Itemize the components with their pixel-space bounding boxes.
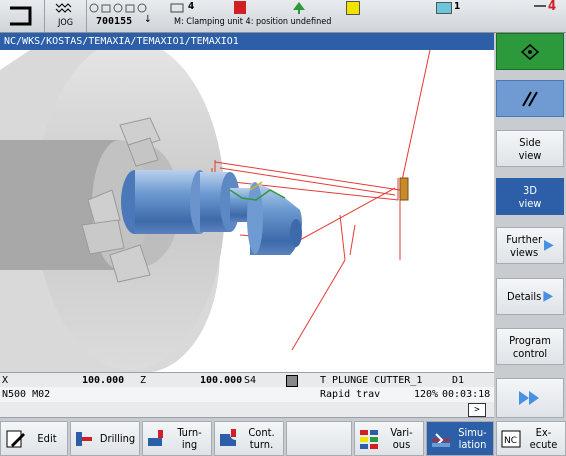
position-row: X 100.000 Z 100.000 S4 T PLUNGE CUTTER_1… xyxy=(0,372,494,388)
softkey-side-view[interactable]: Side view xyxy=(496,130,564,167)
various-icon xyxy=(360,429,378,449)
chevron-right-icon: ▶ xyxy=(543,288,553,304)
double-slash-icon xyxy=(522,91,538,106)
simulation-icon xyxy=(432,432,450,447)
block-row: N500 M02 Rapid trav 120% 00:03:18 xyxy=(0,387,494,402)
softkey-right-1[interactable] xyxy=(496,33,564,70)
softkey-further-views-label: Further views xyxy=(506,232,543,259)
diamond-icon xyxy=(520,43,540,60)
softkey-edit[interactable]: Edit xyxy=(0,421,68,456)
softkey-execute-label: Ex- ecute xyxy=(529,425,558,451)
override-value: 120% xyxy=(414,389,439,400)
back-button[interactable] xyxy=(0,0,45,32)
svg-text:NC: NC xyxy=(504,436,517,446)
channel-number: 1 xyxy=(454,1,461,12)
softkey-execute[interactable]: NC Ex- ecute xyxy=(496,421,566,456)
softkey-side-view-label: Side view xyxy=(518,135,542,162)
softkey-empty[interactable] xyxy=(286,421,352,456)
machine-status-icons xyxy=(89,3,147,13)
nc-execute-icon: NC xyxy=(501,430,521,447)
program-path: NC/WKS/KOSTAS/TEMAXIA/TEMAXIO1/TEMAXIO1 xyxy=(0,33,494,50)
feed-mode: Rapid trav xyxy=(320,389,381,400)
jog-icon xyxy=(55,3,72,13)
spindle-label: S4 xyxy=(244,375,257,386)
softkey-program-control-label: Program control xyxy=(509,333,551,360)
yellow-status-icon xyxy=(346,1,360,15)
alarm-count: 4 xyxy=(548,0,557,14)
more-button[interactable]: > xyxy=(468,403,486,417)
tool-icon xyxy=(170,3,184,13)
program-cell: 700155 ↓ xyxy=(86,0,166,32)
softkey-turning[interactable]: Turn- ing xyxy=(142,421,212,456)
softkey-simulation-label: Simu- lation xyxy=(458,425,487,451)
softkey-contour-turning[interactable]: Cont. turn. xyxy=(214,421,284,456)
drilling-icon xyxy=(76,431,92,446)
softkey-details[interactable]: Details ▶ xyxy=(496,278,564,315)
softkey-3d-view[interactable]: 3D view xyxy=(496,178,564,215)
status-bar: JOG 700155 ↓ 4 1 M: Clamping unit 4: pos… xyxy=(0,0,566,33)
x-value: 100.000 xyxy=(82,375,125,386)
softkey-further-views[interactable]: Further views ▶ xyxy=(496,227,564,264)
softkey-various-label: Vari- ous xyxy=(390,425,413,451)
spindle-stop-icon xyxy=(286,375,298,387)
alarm-count-cell: 4 xyxy=(528,0,566,16)
cutting-edge: D1 xyxy=(452,375,465,386)
plunge-cutter-tool xyxy=(399,177,409,201)
more-row: > xyxy=(0,402,494,418)
softkey-program-control[interactable]: Program control xyxy=(496,328,564,365)
z-value: 100.000 xyxy=(200,375,243,386)
softkey-3d-view-label: 3D view xyxy=(518,183,542,210)
softkey-various[interactable]: Vari- ous xyxy=(354,421,424,456)
chevron-right-icon: ▶ xyxy=(544,237,554,253)
softkey-details-label: Details xyxy=(507,290,542,303)
alarm-icon xyxy=(234,1,246,14)
softkey-drilling-label: Drilling xyxy=(99,431,136,445)
x-label: X xyxy=(2,375,9,386)
current-block: N500 M02 xyxy=(2,389,51,400)
contour-turning-icon xyxy=(220,428,236,446)
dash-icon xyxy=(534,5,546,7)
softkey-contour-turning-label: Cont. turn. xyxy=(248,425,275,451)
3d-simulation-canvas xyxy=(0,50,431,372)
tool-count: 4 xyxy=(188,1,195,12)
down-arrow-icon: ↓ xyxy=(144,14,152,25)
softkey-edit-label: Edit xyxy=(37,431,57,445)
mode-label: JOG xyxy=(58,18,74,28)
turning-icon xyxy=(148,429,163,446)
program-number: 700155 xyxy=(96,16,133,27)
back-arrow-icon xyxy=(10,6,32,26)
softkey-fast-forward[interactable] xyxy=(496,378,564,418)
channel-icon xyxy=(436,2,452,14)
z-label: Z xyxy=(140,375,147,386)
green-tree-icon xyxy=(293,2,305,14)
edit-icon xyxy=(6,430,25,447)
screen: JOG 700155 ↓ 4 1 M: Clamping unit 4: pos… xyxy=(0,0,566,456)
fast-forward-icon xyxy=(519,391,539,405)
mode-indicator: JOG xyxy=(44,0,87,32)
message-area: 4 1 M: Clamping unit 4: position undefin… xyxy=(166,0,526,32)
softkey-turning-label: Turn- ing xyxy=(177,425,202,451)
simulation-3d-view[interactable] xyxy=(0,50,494,372)
tool-name: T PLUNGE CUTTER_1 xyxy=(320,375,423,386)
softkey-right-2[interactable] xyxy=(496,80,564,117)
sim-time: 00:03:18 xyxy=(442,389,491,400)
status-message: M: Clamping unit 4: position undefined xyxy=(174,17,332,27)
softkey-simulation[interactable]: Simu- lation xyxy=(426,421,494,456)
softkey-drilling[interactable]: Drilling xyxy=(70,421,140,456)
